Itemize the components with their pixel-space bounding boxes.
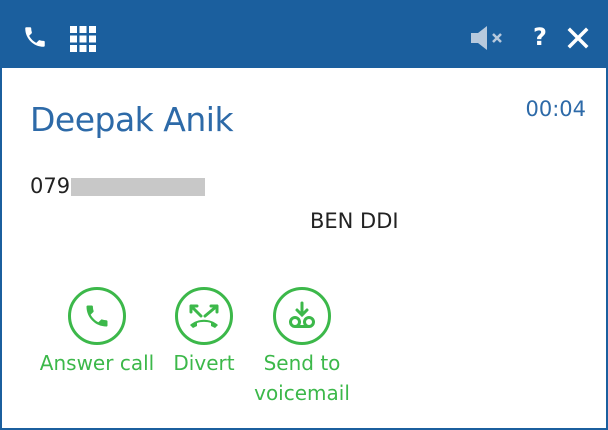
answer-call-label: Answer call [39, 351, 155, 375]
caller-name: Deepak Anik [30, 100, 234, 139]
help-label: ? [533, 23, 547, 51]
send-to-voicemail-label: Send to voicemail [254, 348, 350, 408]
send-to-voicemail-button[interactable]: Send to voicemail [246, 287, 358, 408]
incoming-call-window: ? Deepak Anik 00:04 079 BEN DDI Answer c… [0, 0, 608, 430]
titlebar: ? [2, 2, 606, 68]
call-timer: 00:04 [525, 97, 586, 121]
phone-icon[interactable] [21, 23, 49, 51]
divert-button[interactable]: Divert [168, 287, 240, 378]
speaker-muted-icon[interactable] [468, 24, 508, 52]
divert-label: Divert [173, 351, 235, 375]
caller-number-prefix: 079 [30, 174, 71, 198]
voicemail-label-line1: Send to [263, 351, 341, 375]
redacted-number-block [71, 178, 206, 196]
line-label: BEN DDI [310, 209, 399, 233]
voicemail-label-line2: voicemail [254, 381, 350, 405]
close-icon [567, 27, 589, 49]
close-button[interactable] [564, 24, 592, 52]
voicemail-download-icon[interactable] [273, 287, 331, 345]
answer-call-button[interactable]: Answer call [35, 287, 159, 378]
phone-answer-icon[interactable] [68, 287, 126, 345]
caller-number: 079 [30, 174, 206, 198]
keypad-icon[interactable] [68, 24, 98, 54]
help-button[interactable]: ? [528, 22, 552, 52]
divert-icon[interactable] [175, 287, 233, 345]
